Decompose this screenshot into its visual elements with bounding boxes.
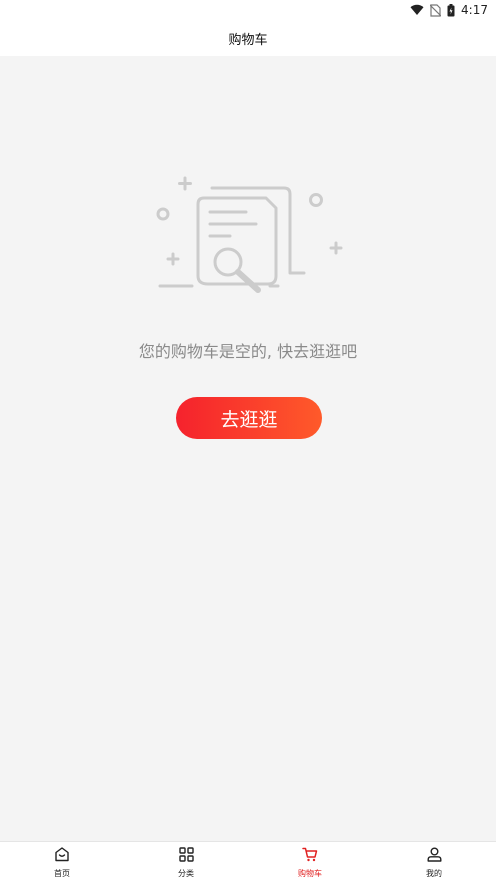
wifi-icon: [410, 4, 424, 16]
cart-icon: [302, 847, 318, 866]
home-icon: [54, 846, 70, 866]
no-sim-icon: [430, 3, 442, 17]
page-title: 购物车: [228, 32, 268, 48]
page-header: 购物车: [0, 20, 496, 56]
empty-cart-document-search-icon: [152, 172, 344, 300]
nav-item-category[interactable]: 分类: [124, 842, 248, 883]
empty-cart-message: 您的购物车是空的, 快去逛逛吧: [138, 342, 358, 361]
bottom-nav: 首页 分类 购物车 我的: [0, 841, 496, 883]
nav-item-mine[interactable]: 我的: [372, 842, 496, 883]
category-grid-icon: [178, 846, 194, 866]
nav-item-home[interactable]: 首页: [0, 842, 124, 883]
battery-icon: [447, 3, 455, 17]
nav-label-category: 分类: [178, 868, 194, 878]
status-time: 4:17: [461, 3, 488, 17]
status-bar: 4:17: [0, 0, 496, 20]
nav-label-mine: 我的: [426, 868, 442, 878]
nav-label-home: 首页: [54, 868, 70, 878]
user-icon: [427, 847, 442, 866]
cart-screen: 4:17 购物车 您的购物车是空的, 快去逛逛吧 去逛逛 首页 分类 购物车 我…: [0, 0, 496, 883]
go-shopping-button[interactable]: 去逛逛: [176, 397, 322, 439]
nav-item-cart[interactable]: 购物车: [248, 842, 372, 883]
nav-label-cart: 购物车: [298, 868, 322, 878]
